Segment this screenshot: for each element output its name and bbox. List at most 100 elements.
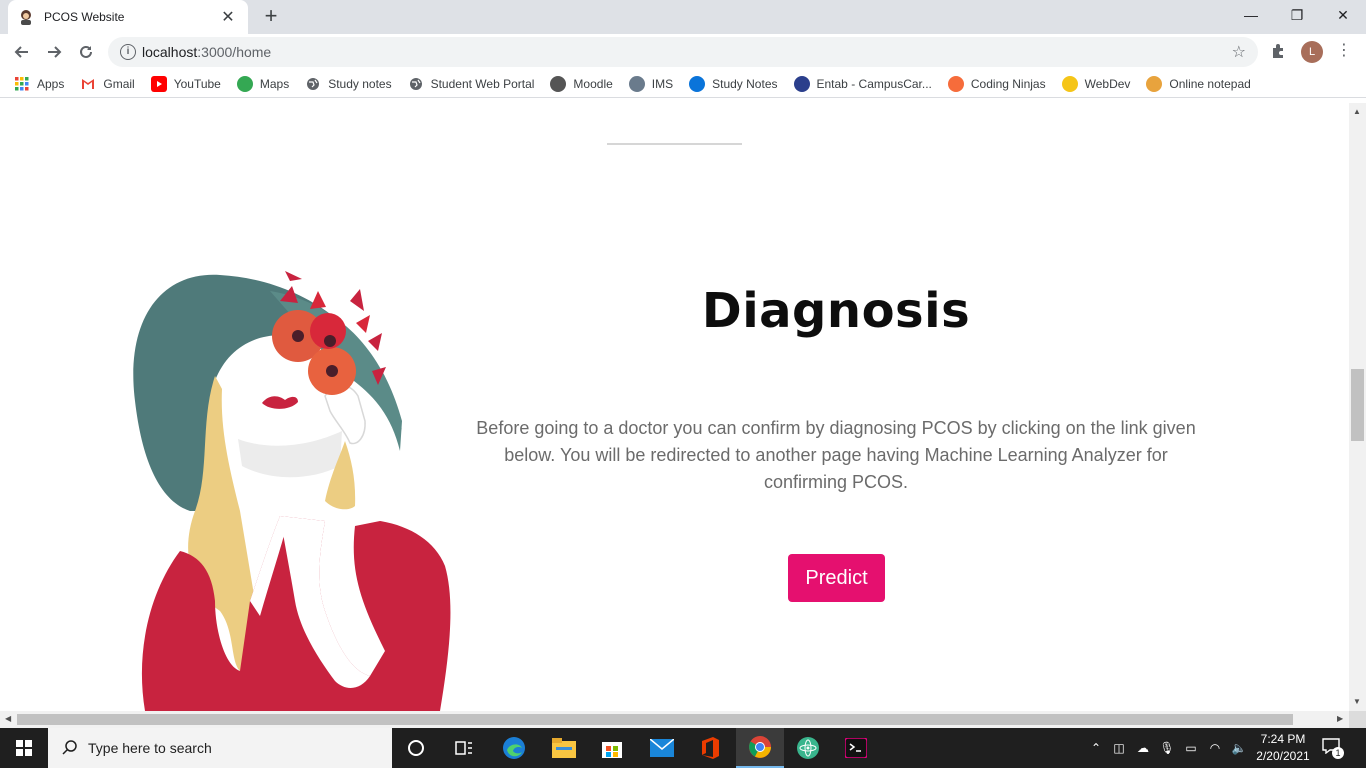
restore-button[interactable]: ❐ xyxy=(1274,0,1320,30)
menu-kebab-icon[interactable]: ⋮ xyxy=(1336,40,1352,60)
onedrive-icon xyxy=(689,75,706,92)
ims-icon xyxy=(628,75,645,92)
gmail-icon xyxy=(80,76,96,92)
clock-date: 2/20/2021 xyxy=(1256,749,1310,763)
extensions-puzzle-icon[interactable] xyxy=(1270,42,1288,60)
wifi-icon[interactable]: ◠ xyxy=(1203,741,1227,755)
mail-icon[interactable] xyxy=(638,728,686,768)
forward-arrow-icon[interactable] xyxy=(38,36,70,68)
scroll-up-arrow-icon[interactable]: ▲ xyxy=(1353,107,1361,116)
bookmark-apps[interactable]: Apps xyxy=(14,76,64,92)
bookmark-label: WebDev xyxy=(1084,76,1131,91)
notifications-icon[interactable]: 1 xyxy=(1322,738,1344,759)
page-viewport: Diagnosis Before going to a doctor you c… xyxy=(0,103,1349,711)
address-bar[interactable]: i localhost:3000/home ☆ xyxy=(108,37,1258,67)
battery-icon[interactable]: ▭ xyxy=(1179,741,1203,755)
apps-grid-icon xyxy=(14,76,30,92)
meet-now-icon[interactable]: ◫ xyxy=(1107,741,1131,755)
bookmark-gmail[interactable]: Gmail xyxy=(80,76,135,92)
tab-strip: PCOS Website ✕ + — ❐ ✕ xyxy=(0,0,1366,34)
webdev-icon xyxy=(1061,75,1078,92)
new-tab-button[interactable]: + xyxy=(258,4,284,30)
tab-pcos-website[interactable]: PCOS Website ✕ xyxy=(8,0,248,34)
section-heading: Diagnosis xyxy=(701,283,971,339)
minimize-button[interactable]: — xyxy=(1228,0,1274,30)
maps-icon xyxy=(236,75,253,92)
taskbar-clock[interactable]: 7:24 PM 2/20/2021 xyxy=(1248,731,1318,765)
chrome-icon[interactable] xyxy=(736,728,784,768)
windows-taskbar: Type here to search ⌃ ◫ ☁ 🎙 ▭ ◠ 🔈 7:24 P… xyxy=(0,728,1366,768)
bookmark-label: Online notepad xyxy=(1169,76,1251,91)
bookmark-moodle[interactable]: Moodle xyxy=(550,75,613,92)
reload-icon[interactable] xyxy=(70,36,102,68)
bookmark-ims[interactable]: IMS xyxy=(628,75,674,92)
bookmark-label: Gmail xyxy=(103,76,135,91)
tab-title: PCOS Website xyxy=(44,10,125,24)
bookmark-study-notes[interactable]: Study Notes xyxy=(689,75,778,92)
tab-close-icon[interactable]: ✕ xyxy=(218,7,238,27)
cortana-icon[interactable] xyxy=(392,728,440,768)
section-divider xyxy=(607,143,742,145)
woman-favicon-icon xyxy=(21,10,31,25)
notepad-icon xyxy=(1146,75,1163,92)
profile-avatar[interactable]: L xyxy=(1301,41,1323,63)
microphone-icon[interactable]: 🎙 xyxy=(1155,741,1179,755)
windows-start-icon[interactable] xyxy=(0,728,48,768)
file-explorer-icon[interactable] xyxy=(540,728,588,768)
bookmark-study-notes[interactable]: Study notes xyxy=(305,76,392,92)
close-window-button[interactable]: ✕ xyxy=(1320,0,1366,30)
section-description: Before going to a doctor you can confirm… xyxy=(476,418,1196,492)
bookmark-label: Study notes xyxy=(328,76,392,91)
coding-ninjas-icon xyxy=(947,75,964,92)
bookmark-online-notepad[interactable]: Online notepad xyxy=(1146,75,1251,92)
bookmark-webdev[interactable]: WebDev xyxy=(1061,75,1131,92)
show-hidden-icons-chevron-icon[interactable]: ⌃ xyxy=(1085,741,1107,755)
scroll-right-arrow-icon[interactable]: ▶ xyxy=(1337,714,1343,723)
horizontal-scrollbar[interactable]: ◀ ▶ xyxy=(0,711,1349,728)
system-tray: ⌃ ◫ ☁ 🎙 ▭ ◠ 🔈 xyxy=(1085,728,1251,768)
bookmark-label: Coding Ninjas xyxy=(970,76,1046,91)
atom-editor-icon[interactable] xyxy=(784,728,832,768)
bookmark-star-icon[interactable]: ☆ xyxy=(1232,42,1246,62)
bookmark-label: YouTube xyxy=(173,76,221,91)
terminal-icon[interactable] xyxy=(832,728,880,768)
scroll-down-arrow-icon[interactable]: ▼ xyxy=(1353,697,1361,706)
moodle-icon xyxy=(550,75,567,92)
globe-icon xyxy=(305,76,321,92)
clock-time: 7:24 PM xyxy=(1260,732,1306,746)
search-icon xyxy=(62,740,77,755)
youtube-icon xyxy=(150,75,167,92)
bookmark-entab-campuscar[interactable]: Entab - CampusCar... xyxy=(793,75,932,92)
vertical-scroll-thumb[interactable] xyxy=(1351,369,1364,441)
scrollbar-corner xyxy=(1349,711,1366,728)
bookmark-label: Maps xyxy=(259,76,290,91)
bookmark-youtube[interactable]: YouTube xyxy=(150,75,221,92)
bookmark-label: Study Notes xyxy=(712,76,778,91)
site-info-icon[interactable]: i xyxy=(120,44,136,60)
entab-icon xyxy=(793,75,810,92)
microsoft-store-icon[interactable] xyxy=(588,728,636,768)
url-path: :3000/home xyxy=(197,44,272,60)
bookmark-label: Moodle xyxy=(573,76,613,91)
office-icon[interactable] xyxy=(686,728,734,768)
bookmark-label: IMS xyxy=(651,76,674,91)
predict-button[interactable]: Predict xyxy=(788,554,885,602)
back-arrow-icon[interactable] xyxy=(6,36,38,68)
notification-count-badge: 1 xyxy=(1332,747,1344,759)
bookmark-label: Entab - CampusCar... xyxy=(816,76,932,91)
scroll-left-arrow-icon[interactable]: ◀ xyxy=(5,714,11,723)
globe-icon xyxy=(408,76,424,92)
edge-icon[interactable] xyxy=(490,728,538,768)
bookmark-student-web-portal[interactable]: Student Web Portal xyxy=(408,76,534,92)
woman-with-flowers-illustration xyxy=(133,271,451,711)
vertical-scrollbar[interactable]: ▲ ▼ xyxy=(1349,103,1366,711)
task-view-icon[interactable] xyxy=(440,728,488,768)
horizontal-scroll-thumb[interactable] xyxy=(17,714,1293,725)
url-text: localhost:3000/home xyxy=(142,44,271,60)
bookmark-label: Apps xyxy=(37,76,65,91)
bookmarks-bar: Apps Gmail YouTube Maps Study notes Student W… xyxy=(0,70,1366,98)
onedrive-tray-icon[interactable]: ☁ xyxy=(1131,741,1155,755)
taskbar-search-box[interactable]: Type here to search xyxy=(48,728,392,768)
bookmark-maps[interactable]: Maps xyxy=(236,75,290,92)
bookmark-coding-ninjas[interactable]: Coding Ninjas xyxy=(947,75,1046,92)
